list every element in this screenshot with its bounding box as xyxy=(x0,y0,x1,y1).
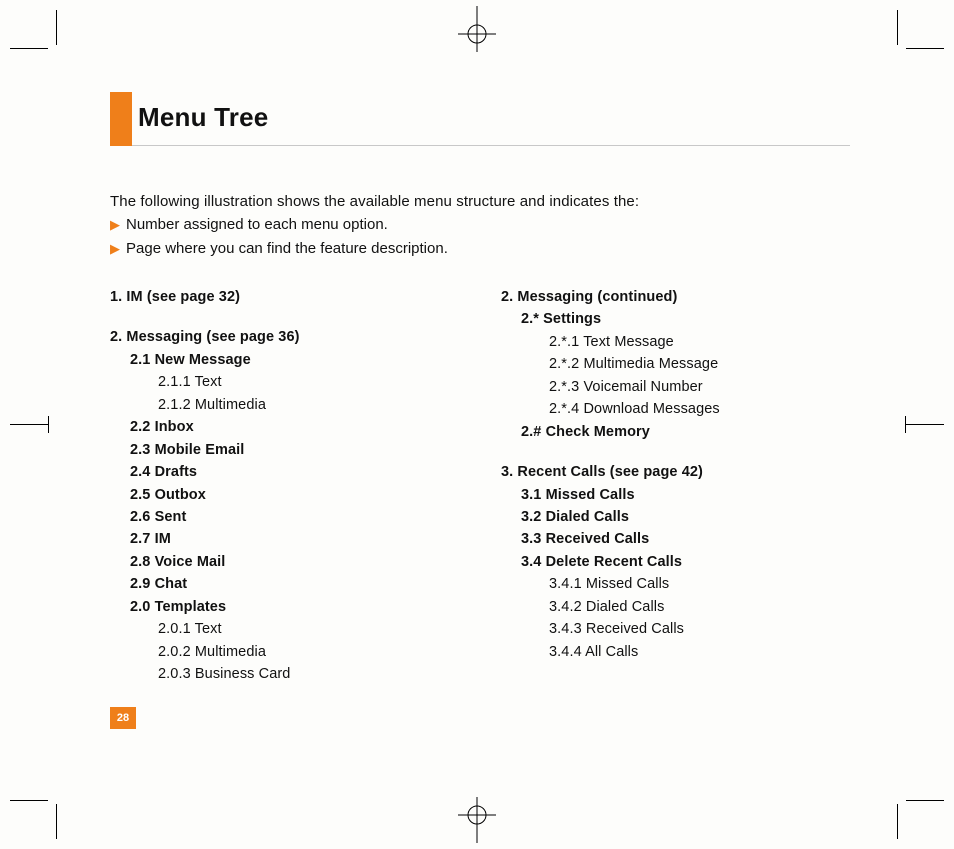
menu-lvl2: 2.3 Mobile Email xyxy=(110,439,459,461)
menu-lvl3: 3.4.3 Received Calls xyxy=(501,618,850,640)
crop-mark xyxy=(905,416,906,433)
right-column: 2. Messaging (continued)2.* Settings2.*.… xyxy=(501,286,850,686)
page-content: Menu Tree The following illustration sho… xyxy=(110,92,850,686)
arrow-icon: ▶ xyxy=(110,239,120,259)
title-underline xyxy=(132,145,850,146)
menu-lvl3: 3.4.1 Missed Calls xyxy=(501,573,850,595)
menu-lvl2: 3.3 Received Calls xyxy=(501,528,850,550)
crop-mark xyxy=(897,10,898,45)
crop-mark xyxy=(10,424,48,425)
page-number: 28 xyxy=(117,712,129,724)
bullet-item: ▶ Number assigned to each menu option. xyxy=(110,213,850,236)
spacer xyxy=(110,308,459,322)
menu-lvl2: 2.4 Drafts xyxy=(110,461,459,483)
bullet-item: ▶ Page where you can find the feature de… xyxy=(110,237,850,260)
arrow-icon: ▶ xyxy=(110,215,120,235)
menu-lvl1: 1. IM (see page 32) xyxy=(110,286,459,308)
spacer xyxy=(501,443,850,457)
menu-lvl2: 2.7 IM xyxy=(110,528,459,550)
menu-lvl2: 2.# Check Memory xyxy=(501,421,850,443)
menu-lvl2: 3.1 Missed Calls xyxy=(501,484,850,506)
title-accent-box xyxy=(110,92,132,146)
menu-lvl2: 2.9 Chat xyxy=(110,573,459,595)
left-column: 1. IM (see page 32) 2. Messaging (see pag… xyxy=(110,286,459,686)
menu-lvl2: 2.8 Voice Mail xyxy=(110,551,459,573)
crop-mark xyxy=(906,800,944,801)
menu-lvl2: 2.2 Inbox xyxy=(110,416,459,438)
columns: 1. IM (see page 32) 2. Messaging (see pag… xyxy=(110,286,850,686)
crop-mark xyxy=(10,48,48,49)
menu-lvl2: 3.4 Delete Recent Calls xyxy=(501,551,850,573)
menu-lvl2: 2.5 Outbox xyxy=(110,484,459,506)
crop-mark xyxy=(48,416,49,433)
menu-lvl3: 2.1.1 Text xyxy=(110,371,459,393)
menu-lvl3: 3.4.4 All Calls xyxy=(501,641,850,663)
menu-lvl3: 2.*.1 Text Message xyxy=(501,331,850,353)
menu-lvl2: 2.* Settings xyxy=(501,308,850,330)
title-block: Menu Tree xyxy=(110,92,850,146)
page-number-badge: 28 xyxy=(110,707,136,729)
menu-lvl3: 2.*.2 Multimedia Message xyxy=(501,353,850,375)
bullet-text: Number assigned to each menu option. xyxy=(126,213,388,236)
crop-mark xyxy=(897,804,898,839)
menu-lvl3: 2.1.2 Multimedia xyxy=(110,394,459,416)
menu-lvl1: 3. Recent Calls (see page 42) xyxy=(501,461,850,483)
crop-mark xyxy=(10,800,48,801)
crop-mark xyxy=(906,424,944,425)
menu-lvl2: 2.1 New Message xyxy=(110,349,459,371)
menu-lvl3: 2.*.3 Voicemail Number xyxy=(501,376,850,398)
page-title: Menu Tree xyxy=(132,92,850,145)
crop-mark xyxy=(56,10,57,45)
menu-lvl3: 2.0.3 Business Card xyxy=(110,663,459,685)
menu-lvl1: 2. Messaging (see page 36) xyxy=(110,326,459,348)
crop-mark xyxy=(906,48,944,49)
menu-lvl3: 2.*.4 Download Messages xyxy=(501,398,850,420)
crop-mark xyxy=(56,804,57,839)
menu-lvl2: 3.2 Dialed Calls xyxy=(501,506,850,528)
menu-lvl3: 2.0.2 Multimedia xyxy=(110,641,459,663)
bullet-text: Page where you can find the feature desc… xyxy=(126,237,448,260)
menu-lvl3: 2.0.1 Text xyxy=(110,618,459,640)
menu-lvl2: 2.0 Templates xyxy=(110,596,459,618)
intro-text: The following illustration shows the ava… xyxy=(110,190,850,213)
menu-lvl2: 2.6 Sent xyxy=(110,506,459,528)
menu-lvl3: 3.4.2 Dialed Calls xyxy=(501,596,850,618)
register-mark-bottom xyxy=(454,797,500,843)
menu-lvl1: 2. Messaging (continued) xyxy=(501,286,850,308)
register-mark-top xyxy=(454,6,500,52)
